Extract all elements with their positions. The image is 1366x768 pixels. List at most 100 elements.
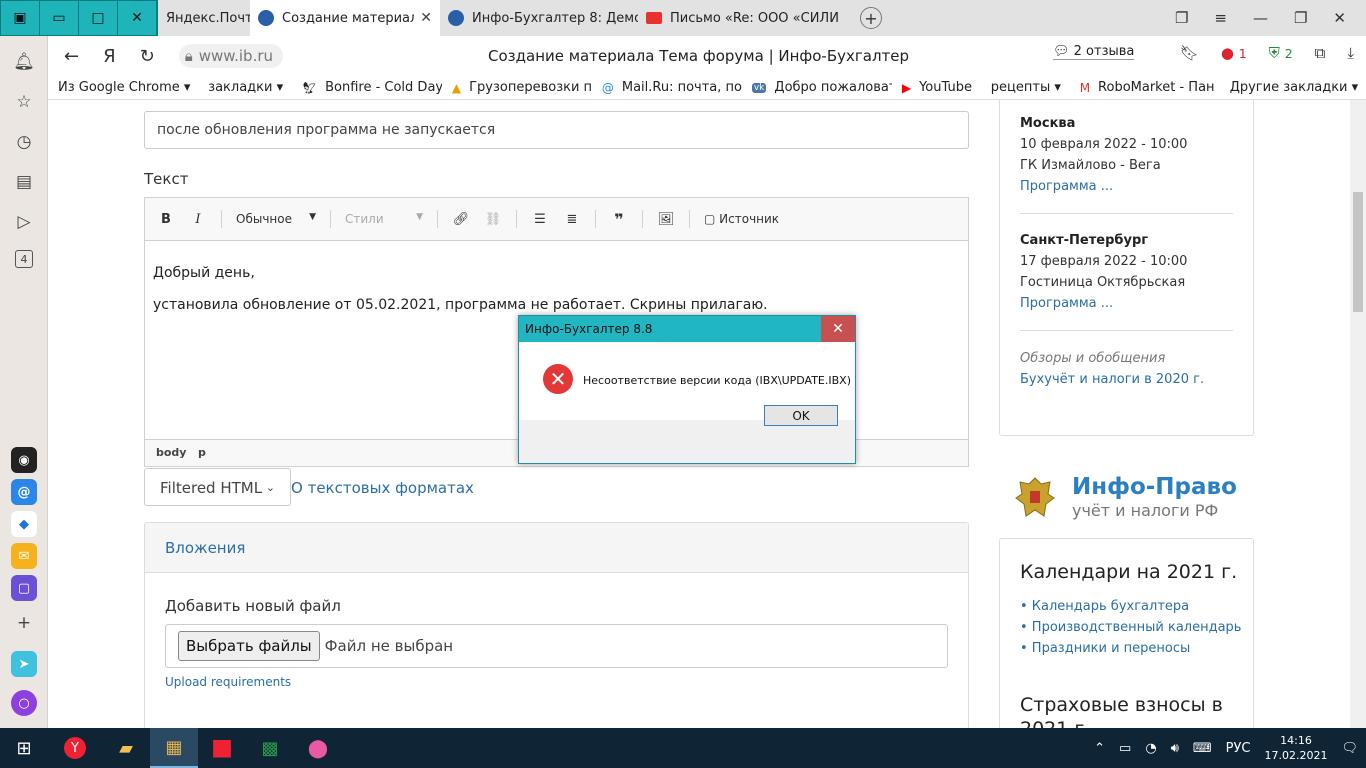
calendar-link[interactable]: • Календарь бухгалтера <box>1020 599 1189 614</box>
calendar-link[interactable]: • Праздники и переносы <box>1020 641 1190 656</box>
tabs-icon[interactable]: ❐ <box>1175 9 1188 27</box>
app-bird-icon[interactable]: ◆ <box>11 511 37 537</box>
abacus-app-icon[interactable]: ▦ <box>150 728 198 768</box>
toolbar-divider <box>595 210 596 228</box>
window-controls: ▣ ▭ □ ✕ <box>0 0 158 36</box>
minimize-button[interactable]: □ <box>79 1 118 35</box>
chevron-down-icon: ▼ <box>309 212 316 222</box>
keyboard-icon[interactable]: ⌨ <box>1193 741 1212 756</box>
attachments-header[interactable]: Вложения <box>145 523 968 573</box>
chevron-up-icon[interactable]: ⌃ <box>1094 741 1105 756</box>
bold-button[interactable]: B <box>157 212 175 227</box>
calendar-link[interactable]: • Производственный календарь <box>1020 620 1241 635</box>
messenger-icon[interactable]: ▢ <box>11 575 37 601</box>
bookmark-folder-zakladki[interactable]: закладки ▾ <box>198 80 292 95</box>
page-scrollbar[interactable] <box>1350 100 1366 728</box>
clock[interactable]: 14:16 17.02.2021 <box>1265 733 1328 763</box>
close-tab-icon[interactable]: ✕ <box>420 10 432 26</box>
minimize-icon[interactable]: — <box>1253 9 1268 27</box>
pdf-reader-icon[interactable]: ⬛︎ <box>198 728 246 768</box>
bookmark-robomarket[interactable]: M RoboMarket - Пан <box>1070 80 1220 95</box>
add-icon[interactable]: + <box>12 611 36 635</box>
event-program-link[interactable]: Программа ... <box>1020 179 1113 194</box>
restore-button[interactable]: ▭ <box>40 1 79 35</box>
reviews-link[interactable]: 💬︎ 2 отзыва <box>1053 44 1135 60</box>
star-icon[interactable]: ☆ <box>12 90 36 114</box>
bookmark-label: YouTube <box>919 80 972 95</box>
scrollbar-thumb[interactable] <box>1353 192 1363 312</box>
link-icon[interactable]: 🔗︎ <box>452 212 470 227</box>
hamburger-menu-icon[interactable]: ≡ <box>1214 9 1227 27</box>
italic-button[interactable]: I <box>189 212 207 227</box>
numbered-list-icon[interactable]: ≣ <box>563 212 581 227</box>
url-field[interactable]: 🔒︎ www.ib.ru <box>178 44 284 68</box>
play-icon[interactable]: ▷ <box>12 210 36 234</box>
shield-icon[interactable]: ⛨ 2 <box>1269 44 1293 62</box>
image-icon[interactable]: 🖼︎ <box>657 212 675 227</box>
bookmark-folder-chrome[interactable]: Из Google Chrome ▾ <box>48 80 198 95</box>
extension-icon[interactable]: ⧉ <box>1315 44 1326 62</box>
dialog-titlebar[interactable]: Инфо-Бухгалтер 8.8 ✕ <box>519 316 855 342</box>
tab-info-buhgalter[interactable]: Инфо-Бухгалтер 8: Демо- <box>440 0 638 36</box>
mail-ru-icon[interactable]: @ <box>11 479 37 505</box>
bulleted-list-icon[interactable]: ☰ <box>531 212 549 227</box>
close-window-button[interactable]: ✕ <box>118 1 157 35</box>
title-input[interactable]: после обновления программа не запускаетс… <box>144 111 969 149</box>
bookmark-vk[interactable]: vk Добро пожаловат <box>742 80 892 95</box>
download-icon[interactable]: ⤓ <box>1347 44 1354 62</box>
unlink-icon[interactable]: ⛓︎ <box>484 212 502 227</box>
back-arrow-icon[interactable]: ← <box>64 46 79 67</box>
send-icon[interactable]: ➤ <box>11 651 37 677</box>
bookmark-gruzoperevozki[interactable]: ▲ Грузоперевозки п <box>442 80 592 95</box>
close-icon[interactable]: ✕ <box>1333 9 1346 27</box>
language-indicator[interactable]: РУС <box>1226 741 1251 756</box>
source-button[interactable]: ▢ Источник <box>704 212 779 226</box>
bookmark-folder-recipes[interactable]: рецепты ▾ <box>981 80 1070 95</box>
file-input: Выбрать файлы Файл не выбран <box>165 624 948 668</box>
ok-button[interactable]: OK <box>764 405 838 426</box>
format-dropdown[interactable]: Обычное ▼ <box>236 212 316 226</box>
bookmark-icon[interactable]: 🔖︎ <box>1180 44 1199 62</box>
menu-icon[interactable]: ▣ <box>1 1 40 35</box>
excel-icon[interactable]: ▩ <box>246 728 294 768</box>
upload-requirements-link[interactable]: Upload requirements <box>165 675 291 689</box>
windows-start-icon[interactable]: ⊞ <box>0 728 48 768</box>
collections-icon[interactable]: ▤ <box>12 170 36 194</box>
tab-mail-letter[interactable]: Письмо «Re: ООО «СИЛИ <box>638 0 848 36</box>
choose-files-button[interactable]: Выбрать файлы <box>178 631 320 661</box>
event-program-link[interactable]: Программа ... <box>1020 296 1113 311</box>
text-formats-link[interactable]: О текстовых форматах <box>291 479 474 497</box>
app-chat-icon[interactable]: ◉ <box>11 447 37 473</box>
bookmark-mailru[interactable]: @ Mail.Ru: почта, пои <box>592 80 742 95</box>
volume-icon[interactable]: 🔊︎ <box>1171 741 1179 756</box>
yandex-logo-icon[interactable]: Я <box>103 46 116 67</box>
blockquote-icon[interactable]: ❞ <box>610 210 628 229</box>
drop-app-icon[interactable]: ⬤ <box>294 728 342 768</box>
number-four-icon[interactable]: 4 <box>15 250 33 268</box>
new-tab-button[interactable]: + <box>860 7 882 29</box>
bookmark-folder-other[interactable]: Другие закладки ▾ <box>1220 80 1366 95</box>
notifications-icon[interactable]: 🗨︎ <box>1341 741 1358 756</box>
info-pravo-banner[interactable]: Инфо-Право учёт и налоги РФ <box>1014 472 1274 527</box>
text-format-select[interactable]: Filtered HTML ⌄ <box>144 468 291 506</box>
restore-icon[interactable]: ❐ <box>1294 9 1307 27</box>
network-icon[interactable]: ▭ <box>1119 741 1131 756</box>
file-explorer-icon[interactable]: ▰ <box>102 728 150 768</box>
yandex-browser-icon[interactable]: Y <box>48 728 102 768</box>
bookmark-youtube[interactable]: ▶ YouTube <box>892 80 981 95</box>
alice-icon[interactable]: ○ <box>11 690 37 716</box>
reload-icon[interactable]: ↻ <box>140 46 155 67</box>
bell-icon[interactable]: 🔔︎ <box>12 50 36 74</box>
reviews-link-2020[interactable]: Бухучёт и налоги в 2020 г. <box>1020 372 1204 387</box>
clock-icon[interactable]: ◷ <box>12 130 36 154</box>
ib-logo-icon <box>258 10 274 26</box>
dialog-close-button[interactable]: ✕ <box>821 316 855 342</box>
wifi-icon[interactable]: ◔ <box>1145 741 1156 756</box>
tab-create-material[interactable]: Создание материала Те ✕ <box>250 0 440 36</box>
vk-icon: vk <box>751 82 767 93</box>
bookmark-bonfire[interactable]: 🦅︎ Bonfire - Cold Days <box>292 80 442 95</box>
styles-dropdown[interactable]: Стили ▼ <box>345 212 423 226</box>
adblock-icon[interactable]: ● 1 <box>1221 44 1247 62</box>
yandex-mail-icon[interactable]: ✉ <box>11 543 37 569</box>
tab-yandex-mail[interactable]: Яндекс.Почт <box>158 0 250 36</box>
